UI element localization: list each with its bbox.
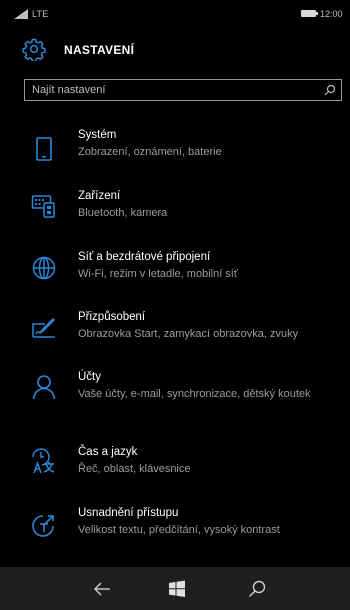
phone-icon — [36, 137, 52, 161]
navigation-bar — [0, 567, 350, 610]
paint-brush-icon — [32, 318, 55, 338]
battery-icon — [301, 10, 318, 17]
settings-item-title: Čas a jazyk — [78, 446, 138, 458]
settings-item-title: Systém — [78, 129, 117, 141]
person-icon — [32, 375, 56, 400]
settings-item-description: Wi-Fi, režim v letadle, mobilní síť — [78, 268, 238, 280]
settings-item-title: Přizpůsobení — [78, 311, 146, 323]
search-box[interactable] — [24, 79, 342, 101]
signal-strength-icon — [14, 9, 28, 19]
settings-item-title: Usnadnění přístupu — [78, 507, 179, 519]
page-header: NASTAVENÍ — [0, 34, 350, 64]
settings-item-devices[interactable]: Zařízení Bluetooth, kamera — [0, 190, 350, 228]
settings-item-system[interactable]: Systém Zobrazení, oznámení, baterie — [0, 129, 350, 167]
page-title: NASTAVENÍ — [64, 43, 135, 57]
accessibility-icon — [32, 515, 54, 537]
settings-item-network[interactable]: Síť a bezdrátové připojení Wi-Fi, režim … — [0, 251, 350, 289]
time-language-icon — [32, 448, 55, 474]
globe-icon — [32, 256, 56, 280]
settings-item-description: Zobrazení, oznámení, baterie — [78, 146, 222, 158]
back-arrow-icon[interactable] — [92, 579, 112, 599]
settings-item-personalization[interactable]: Přizpůsobení Obrazovka Start, zamykací o… — [0, 311, 350, 349]
search-icon[interactable] — [324, 84, 336, 96]
settings-item-description: Obrazovka Start, zamykací obrazovka, zvu… — [78, 328, 299, 340]
settings-item-description: Bluetooth, kamera — [78, 207, 168, 219]
settings-item-ease-of-access[interactable]: Usnadnění přístupu Velikost textu, předč… — [0, 507, 350, 545]
network-type: LTE — [32, 9, 49, 19]
settings-item-title: Účty — [78, 371, 101, 383]
settings-item-title: Zařízení — [78, 190, 121, 202]
settings-item-time-language[interactable]: Čas a jazyk Řeč, oblast, klávesnice — [0, 446, 350, 484]
status-time: 12:00 — [320, 9, 343, 19]
status-bar: LTE 12:00 — [0, 0, 350, 26]
settings-item-description: Vaše účty, e-mail, synchronizace, dětský… — [78, 388, 311, 400]
settings-item-title: Síť a bezdrátové připojení — [78, 251, 211, 263]
search-input[interactable] — [25, 80, 315, 100]
settings-screen: LTE 12:00 NASTAVENÍ Syst — [0, 0, 350, 610]
keyboard-icon — [31, 195, 55, 218]
windows-logo-icon[interactable] — [167, 579, 187, 599]
gear-icon — [22, 38, 46, 61]
settings-item-description: Řeč, oblast, klávesnice — [78, 463, 191, 475]
settings-item-accounts[interactable]: Účty Vaše účty, e-mail, synchronizace, d… — [0, 371, 350, 421]
search-icon[interactable] — [247, 579, 267, 599]
settings-item-description: Velikost textu, předčítání, vysoký kontr… — [78, 524, 280, 536]
